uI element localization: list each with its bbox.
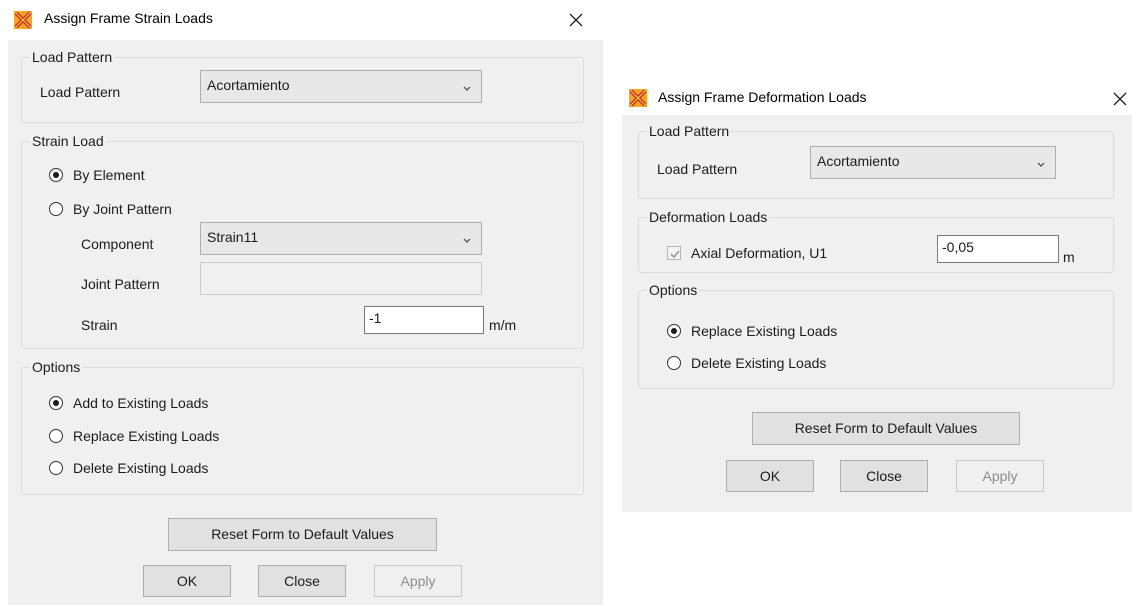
axial-deformation-label: Axial Deformation, U1	[691, 245, 828, 261]
deformation-loads-dialog: Assign Frame Deformation Loads Load Patt…	[622, 80, 1132, 512]
by-joint-pattern-label: By Joint Pattern	[73, 201, 172, 217]
component-value: Strain11	[207, 229, 259, 245]
option-label: Delete Existing Loads	[691, 355, 827, 371]
strain-load-legend: Strain Load	[30, 132, 106, 150]
option-label: Add to Existing Loads	[73, 395, 209, 411]
reset-form-button[interactable]: Reset Form to Default Values	[168, 518, 437, 551]
option-label: Replace Existing Loads	[73, 428, 220, 444]
radio-selected-icon	[667, 324, 681, 338]
joint-pattern-field	[200, 262, 482, 295]
load-pattern-value: Acortamiento	[207, 77, 290, 93]
strain-dialog-client: Load Pattern Load Pattern Acortamiento S…	[8, 40, 603, 605]
axial-deformation-input[interactable]: -0,05	[937, 235, 1059, 263]
sap2000-app-icon	[628, 88, 648, 108]
radio-unselected-icon	[667, 356, 681, 370]
options-group: Options Replace Existing Loads Delete Ex…	[638, 281, 1114, 389]
option-label: Delete Existing Loads	[73, 460, 209, 476]
deformation-dialog-titlebar[interactable]: Assign Frame Deformation Loads	[622, 80, 1132, 120]
axial-deformation-unit: m	[1063, 249, 1075, 265]
joint-pattern-label: Joint Pattern	[81, 276, 160, 292]
strain-unit: m/m	[489, 317, 517, 333]
load-pattern-label: Load Pattern	[40, 84, 121, 100]
apply-button: Apply	[374, 565, 462, 597]
load-pattern-group: Load Pattern Load Pattern Acortamiento	[21, 48, 584, 123]
by-element-label: By Element	[73, 167, 145, 183]
load-pattern-group: Load Pattern Load Pattern Acortamiento	[638, 122, 1114, 199]
deformation-dialog-client: Load Pattern Load Pattern Acortamiento D…	[622, 115, 1132, 512]
radio-unselected-icon	[49, 461, 63, 475]
radio-unselected-icon	[49, 202, 63, 216]
strain-dialog-title: Assign Frame Strain Loads	[44, 10, 213, 26]
strain-input[interactable]: -1	[364, 306, 484, 334]
deformation-loads-group: Deformation Loads Axial Deformation, U1 …	[638, 208, 1114, 273]
strain-dialog-titlebar[interactable]: Assign Frame Strain Loads	[0, 0, 603, 40]
close-icon[interactable]	[568, 12, 584, 28]
deformation-dialog-title: Assign Frame Deformation Loads	[658, 89, 867, 105]
options-legend: Options	[30, 358, 83, 376]
radio-unselected-icon	[49, 429, 63, 443]
load-pattern-label: Load Pattern	[657, 161, 738, 177]
component-label: Component	[81, 236, 154, 252]
close-button[interactable]: Close	[258, 565, 346, 597]
load-pattern-legend: Load Pattern	[647, 122, 732, 140]
chevron-down-icon	[1036, 156, 1046, 167]
load-pattern-legend: Load Pattern	[30, 48, 115, 66]
strain-load-group: Strain Load By Element By Joint Pattern …	[21, 132, 584, 349]
component-dropdown[interactable]: Strain11	[200, 222, 482, 255]
ok-button[interactable]: OK	[726, 460, 814, 492]
radio-selected-icon	[49, 168, 63, 182]
deformation-loads-legend: Deformation Loads	[647, 208, 770, 226]
sap2000-app-icon	[13, 10, 33, 30]
ok-button[interactable]: OK	[143, 565, 231, 597]
radio-selected-icon	[49, 396, 63, 410]
options-group: Options Add to Existing Loads Replace Ex…	[21, 358, 584, 495]
load-pattern-value: Acortamiento	[817, 153, 900, 169]
load-pattern-dropdown[interactable]: Acortamiento	[810, 146, 1056, 179]
chevron-down-icon	[462, 232, 472, 243]
close-button[interactable]: Close	[840, 460, 928, 492]
chevron-down-icon	[462, 80, 472, 91]
checkmark-icon	[667, 246, 681, 260]
options-legend: Options	[647, 281, 700, 299]
apply-button: Apply	[956, 460, 1044, 492]
strain-label: Strain	[81, 317, 118, 333]
load-pattern-dropdown[interactable]: Acortamiento	[200, 70, 482, 103]
close-icon[interactable]	[1112, 91, 1128, 107]
strain-loads-dialog: Assign Frame Strain Loads Load Pattern L…	[0, 0, 603, 605]
reset-form-button[interactable]: Reset Form to Default Values	[752, 412, 1020, 445]
option-label: Replace Existing Loads	[691, 323, 838, 339]
